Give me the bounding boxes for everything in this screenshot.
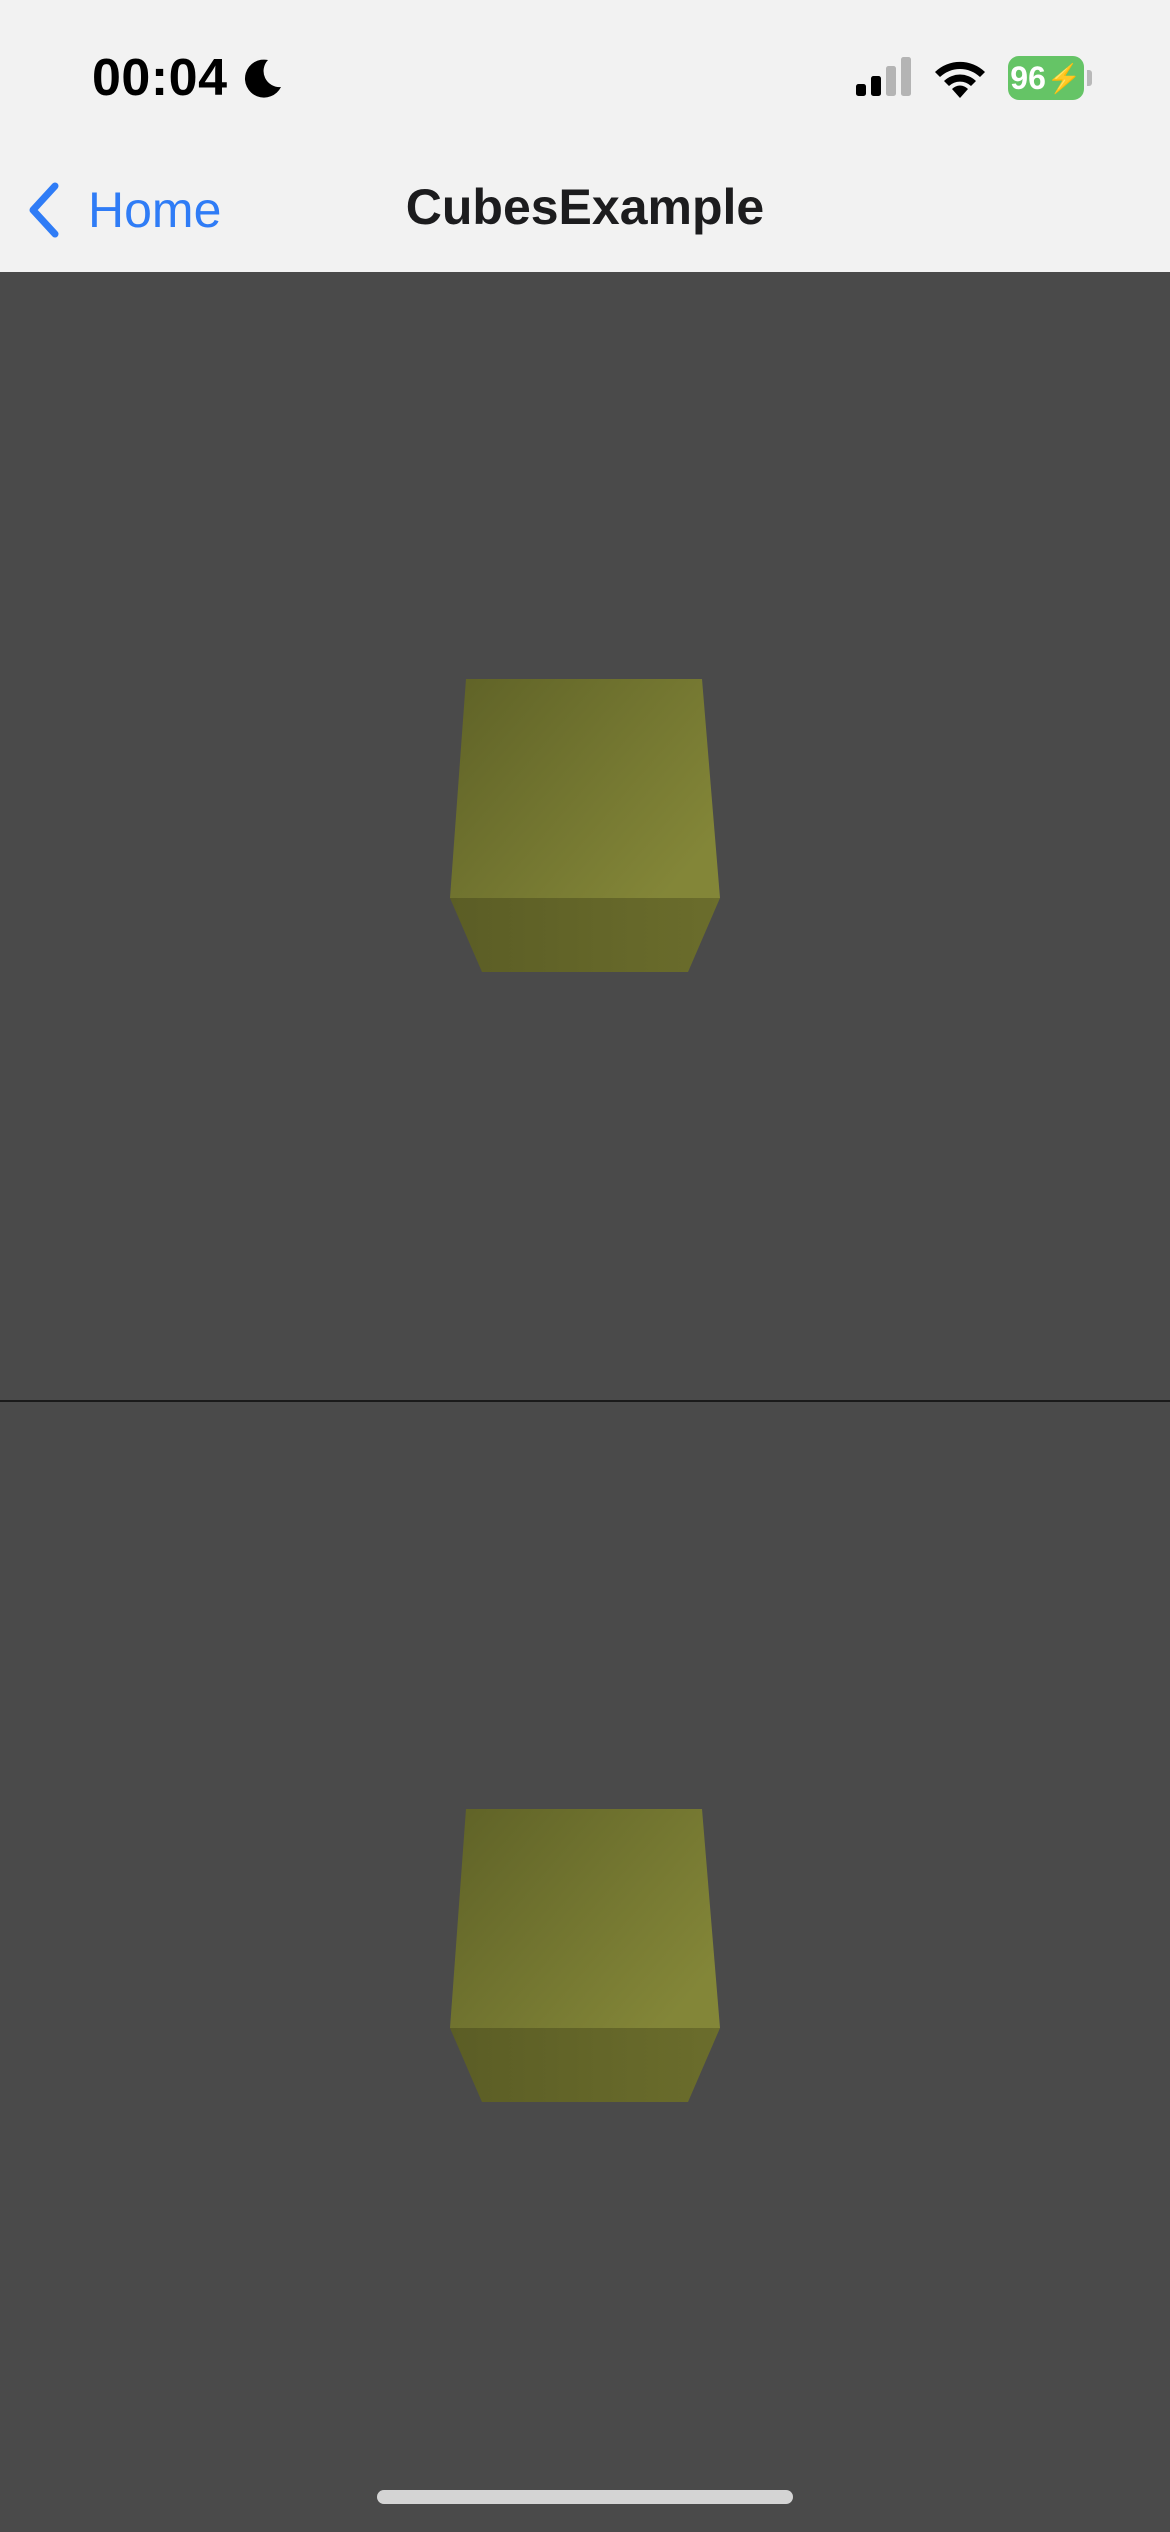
top-viewport[interactable]: [0, 272, 1170, 1400]
cube-3d-bottom: [450, 1809, 720, 2102]
status-time-group: 00:04: [92, 42, 284, 114]
cube-front-face: [450, 1809, 720, 2028]
wifi-icon: [935, 61, 985, 98]
battery-level: 96: [1010, 59, 1046, 96]
charging-bolt-icon: ⚡: [1046, 62, 1082, 94]
cube-bottom-face: [450, 2028, 720, 2102]
home-indicator[interactable]: [377, 2490, 793, 2504]
cube-front-face: [450, 679, 720, 898]
bottom-viewport[interactable]: [0, 1402, 1170, 2532]
battery-cap: [1087, 70, 1092, 86]
battery-body: 96 ⚡: [1008, 56, 1084, 100]
moon-icon: [244, 59, 281, 98]
status-time: 00:04: [92, 49, 228, 107]
cellular-signal-icon: [856, 57, 911, 96]
page-title: CubesExample: [405, 179, 765, 235]
top-bar: 00:04 96 ⚡ Home CubesExample: [0, 0, 1170, 272]
status-bar: 00:04 96 ⚡: [0, 0, 1170, 150]
cube-bottom-face: [450, 898, 720, 972]
navigation-bar: Home CubesExample: [0, 150, 1170, 272]
battery-indicator: 96 ⚡: [1008, 56, 1092, 100]
cube-3d-top: [450, 679, 720, 972]
